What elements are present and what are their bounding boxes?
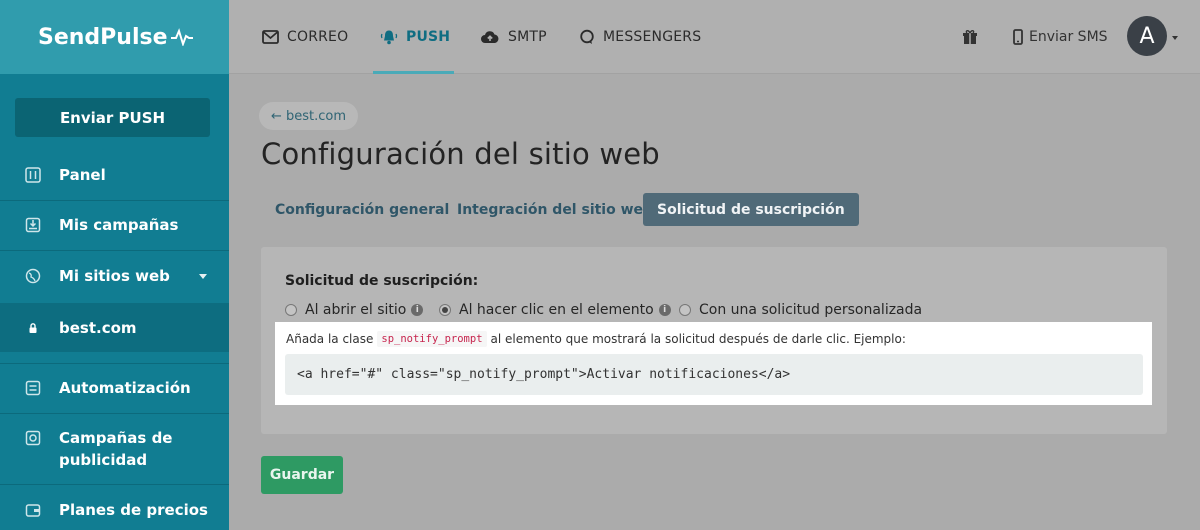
save-button[interactable]: Guardar bbox=[261, 456, 343, 494]
divider bbox=[0, 200, 229, 201]
tab-messengers[interactable]: MESSENGERS bbox=[579, 0, 701, 74]
page-title: Configuración del sitio web bbox=[261, 137, 660, 171]
phone-icon bbox=[1013, 29, 1023, 45]
brand-logo[interactable]: SendPulse bbox=[0, 0, 229, 74]
divider bbox=[0, 250, 229, 251]
sidebar-item-label: Planes de precios bbox=[59, 501, 208, 519]
sidebar-item-pricing[interactable]: Planes de precios bbox=[0, 495, 229, 525]
sliders-icon bbox=[24, 166, 42, 184]
sidebar-item-campaigns[interactable]: Mis campañas bbox=[0, 210, 229, 240]
breadcrumb[interactable]: ← best.com bbox=[259, 102, 359, 130]
target-icon bbox=[24, 429, 42, 447]
chat-icon bbox=[579, 29, 595, 45]
sidebar-item-best-com[interactable]: best.com bbox=[0, 303, 229, 352]
globe-icon bbox=[24, 267, 42, 285]
active-tab-indicator bbox=[373, 71, 454, 74]
radio-custom[interactable]: Con una solicitud personalizada bbox=[679, 300, 922, 320]
divider bbox=[0, 363, 229, 364]
info-icon[interactable]: i bbox=[658, 304, 671, 316]
hint-text: al elemento que mostrará la solicitud de… bbox=[490, 332, 906, 346]
sidebar-item-label: Mi sitios web bbox=[59, 267, 170, 285]
chevron-down-icon bbox=[199, 273, 207, 279]
sidebar-item-label: Automatización bbox=[59, 379, 191, 397]
sidebar-item-websites[interactable]: Mi sitios web bbox=[0, 261, 229, 291]
tab-label: CORREO bbox=[287, 29, 349, 45]
code-example[interactable]: <a href="#" class="sp_notify_prompt">Act… bbox=[285, 354, 1143, 395]
tab-push[interactable]: PUSH bbox=[380, 0, 450, 74]
sidebar-item-ad-campaigns[interactable]: Campañas de publicidad bbox=[0, 427, 229, 473]
section-heading: Solicitud de suscripción: bbox=[285, 273, 479, 289]
info-icon[interactable]: i bbox=[411, 304, 424, 316]
radio-on-click[interactable]: Al hacer clic en el elemento i bbox=[439, 300, 671, 320]
radio-label: Al abrir el sitio bbox=[305, 302, 407, 318]
gift-button[interactable] bbox=[962, 0, 978, 74]
envelope-icon bbox=[262, 30, 279, 44]
bell-icon bbox=[380, 29, 398, 45]
tab-label: MESSENGERS bbox=[603, 29, 702, 45]
radio-button[interactable] bbox=[285, 304, 297, 316]
flow-icon bbox=[24, 379, 42, 397]
send-sms-label: Enviar SMS bbox=[1029, 29, 1108, 45]
tab-label: SMTP bbox=[508, 29, 547, 45]
tab-general-settings[interactable]: Configuración general bbox=[261, 193, 463, 226]
pulse-icon bbox=[170, 28, 193, 46]
radio-button[interactable] bbox=[439, 304, 451, 316]
brand-name: SendPulse bbox=[38, 24, 168, 50]
tab-correo[interactable]: CORREO bbox=[262, 0, 348, 74]
sidebar-item-label: Panel bbox=[59, 166, 106, 184]
tab-label: PUSH bbox=[406, 29, 451, 45]
tab-website-integration[interactable]: Integración del sitio web bbox=[443, 193, 667, 226]
divider bbox=[0, 484, 229, 485]
avatar[interactable]: A bbox=[1127, 16, 1167, 56]
inbox-icon bbox=[24, 216, 42, 234]
tab-subscription-request[interactable]: Solicitud de suscripción bbox=[643, 193, 859, 226]
radio-button[interactable] bbox=[679, 304, 691, 316]
divider bbox=[0, 413, 229, 414]
sidebar-item-label: Campañas de publicidad bbox=[59, 429, 173, 469]
sidebar-item-panel[interactable]: Panel bbox=[0, 160, 229, 190]
lock-icon bbox=[24, 319, 42, 337]
radio-label: Con una solicitud personalizada bbox=[699, 302, 923, 318]
sidebar-item-label: best.com bbox=[59, 318, 137, 337]
hint-text: Añada la clase bbox=[286, 332, 374, 346]
cloud-upload-icon bbox=[480, 30, 500, 44]
send-sms-link[interactable]: Enviar SMS bbox=[1013, 0, 1108, 74]
sidebar-item-label: Mis campañas bbox=[59, 216, 179, 234]
instructions-text: Añada la clase sp_notify_prompt al eleme… bbox=[286, 331, 906, 347]
tab-smtp[interactable]: SMTP bbox=[480, 0, 547, 74]
sidebar-item-automation[interactable]: Automatización bbox=[0, 373, 229, 403]
radio-label: Al hacer clic en el elemento bbox=[459, 302, 654, 318]
send-push-button[interactable]: Enviar PUSH bbox=[15, 98, 210, 137]
class-name-code: sp_notify_prompt bbox=[377, 331, 487, 347]
radio-on-open[interactable]: Al abrir el sitio i bbox=[285, 300, 424, 320]
chevron-down-icon[interactable] bbox=[1172, 36, 1178, 40]
gift-icon bbox=[963, 30, 977, 44]
wallet-icon bbox=[24, 501, 42, 519]
